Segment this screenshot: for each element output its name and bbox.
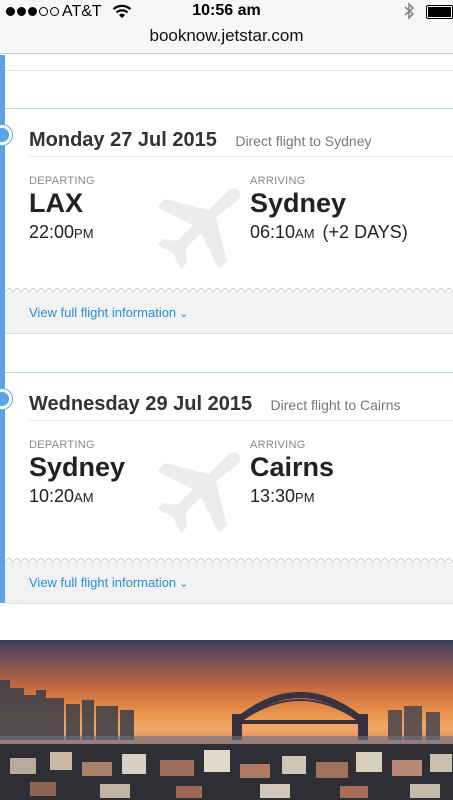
view-flight-info-link[interactable]: View full flight information ⌄	[29, 305, 188, 320]
status-bar: AT&T 10:56 am	[0, 0, 453, 24]
view-flight-info-link[interactable]: View full flight information ⌄	[29, 575, 188, 590]
departing-label: DEPARTING	[29, 439, 95, 451]
departing-time: 10:20AM	[29, 486, 94, 506]
timeline-node	[0, 125, 12, 145]
bluetooth-icon	[403, 2, 415, 24]
airplane-icon	[157, 188, 241, 269]
flight-date: Wednesday 29 Jul 2015	[29, 393, 253, 415]
url-bar[interactable]: booknow.jetstar.com	[0, 24, 453, 54]
timeline-node	[0, 389, 12, 409]
chevron-down-icon: ⌄	[179, 578, 189, 590]
url-text: booknow.jetstar.com	[149, 26, 304, 45]
flight-card: Monday 27 Jul 2015 Direct flight to Sydn…	[0, 108, 453, 334]
departing-city: Sydney	[29, 452, 126, 482]
departing-city: LAX	[29, 188, 83, 218]
battery-icon	[426, 5, 453, 19]
departing-time: 22:00PM	[29, 222, 94, 242]
zigzag-divider	[5, 287, 453, 293]
days-offset: (+2 DAYS)	[322, 222, 408, 242]
arriving-city: Cairns	[250, 452, 335, 482]
flight-card: Wednesday 29 Jul 2015 Direct flight to C…	[0, 372, 453, 604]
arriving-column: ARRIVING Sydney 06:10AM (+2 DAYS)	[250, 175, 408, 243]
chevron-down-icon: ⌄	[179, 308, 189, 320]
arriving-time: 13:30PM	[250, 486, 315, 506]
sydney-harbour-image	[0, 640, 453, 800]
flight-footer: View full flight information ⌄	[5, 287, 453, 334]
arriving-label: ARRIVING	[250, 439, 306, 451]
flight-header: Wednesday 29 Jul 2015 Direct flight to C…	[29, 393, 453, 421]
flight-date: Monday 27 Jul 2015	[29, 129, 217, 151]
flight-route-type: Direct flight to Sydney	[235, 133, 372, 149]
departing-column: DEPARTING Sydney 10:20AM	[29, 439, 125, 507]
status-time: 10:56 am	[192, 2, 261, 19]
zigzag-divider	[5, 557, 453, 563]
arriving-time: 06:10AM (+2 DAYS)	[250, 222, 408, 242]
arriving-label: ARRIVING	[250, 175, 306, 187]
airplane-icon	[157, 452, 241, 533]
flight-header: Monday 27 Jul 2015 Direct flight to Sydn…	[29, 129, 453, 157]
departing-label: DEPARTING	[29, 175, 95, 187]
previous-card-edge	[5, 55, 453, 71]
flight-route-type: Direct flight to Cairns	[270, 397, 401, 413]
departing-column: DEPARTING LAX 22:00PM	[29, 175, 95, 243]
arriving-column: ARRIVING Cairns 13:30PM	[250, 439, 334, 507]
arriving-city: Sydney	[250, 188, 347, 218]
flight-footer: View full flight information ⌄	[5, 557, 453, 604]
